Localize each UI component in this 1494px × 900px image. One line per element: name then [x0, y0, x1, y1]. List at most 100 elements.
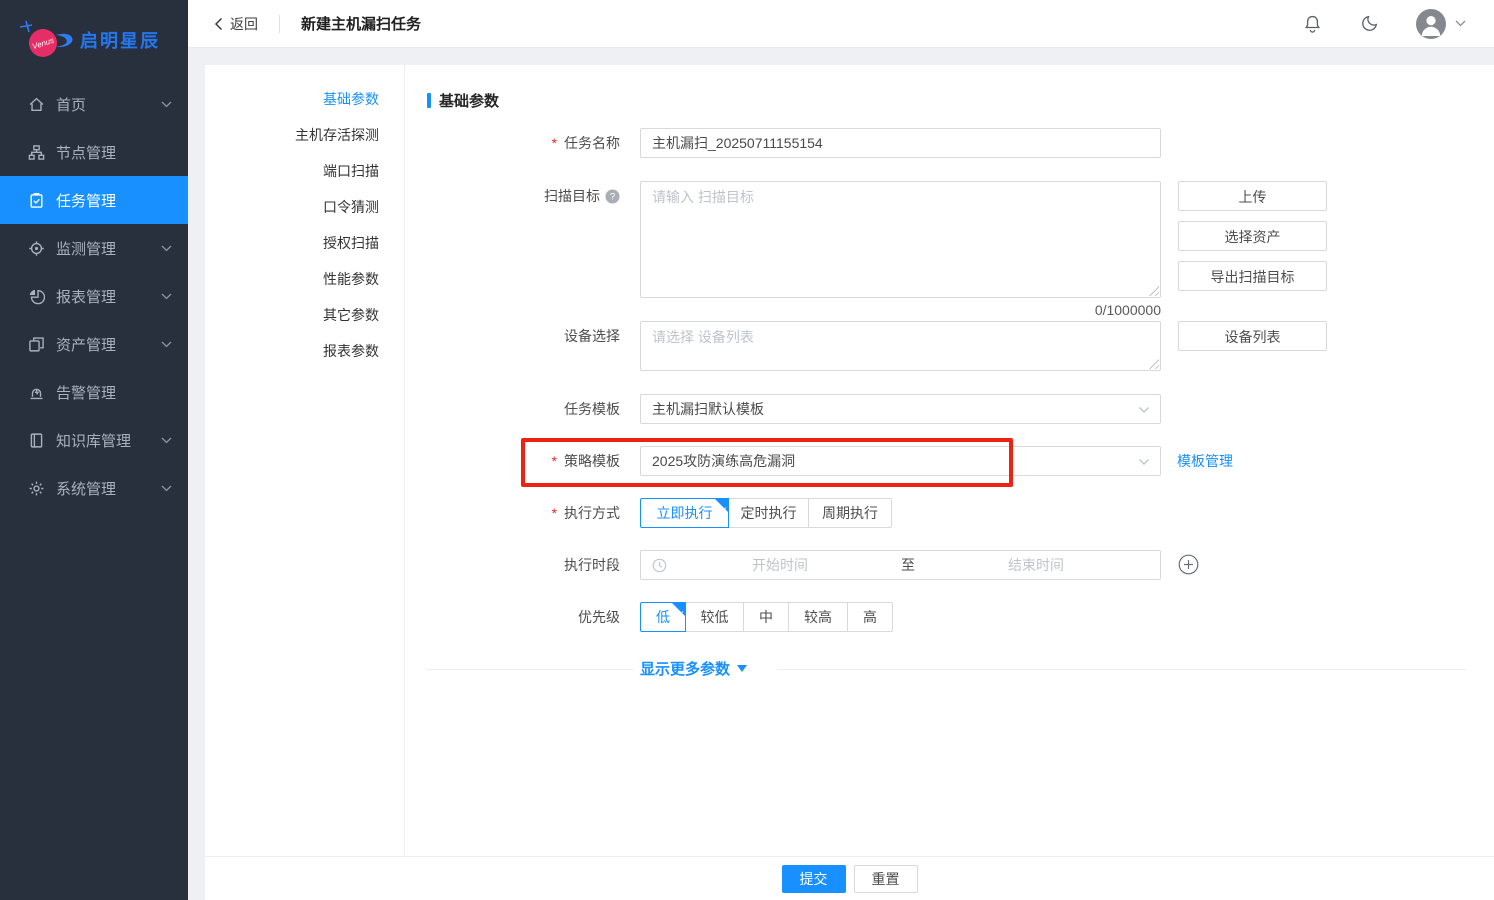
- brand-logo: Venus 启明星辰: [16, 14, 160, 66]
- submit-button[interactable]: 提交: [782, 865, 846, 893]
- scan-target-textarea-wrap: [640, 181, 1161, 298]
- show-more-params-link[interactable]: 显示更多参数: [640, 658, 747, 679]
- anchor-item-basic-params[interactable]: 基础参数: [205, 81, 404, 117]
- sidebar-item-home[interactable]: 首页: [0, 80, 188, 128]
- anchor-item-host-alive[interactable]: 主机存活探测: [205, 117, 404, 153]
- topbar-actions: [1302, 9, 1494, 39]
- moon-icon[interactable]: [1359, 13, 1380, 34]
- chevron-left-icon: [214, 17, 223, 31]
- policy-template-select[interactable]: 2025攻防演练高危漏洞: [640, 446, 1161, 476]
- scan-target-textarea[interactable]: [640, 181, 1161, 298]
- sidebar-item-nodes[interactable]: 节点管理: [0, 128, 188, 176]
- exec-mode-option-scheduled[interactable]: 定时执行: [728, 498, 809, 528]
- chevron-down-icon: [1138, 406, 1150, 414]
- sidebar-item-label: 系统管理: [56, 478, 116, 499]
- sidebar-item-knowledge[interactable]: 知识库管理: [0, 416, 188, 464]
- exec-period-label: 执行时段: [405, 550, 620, 580]
- sidebar-item-assets[interactable]: 资产管理: [0, 320, 188, 368]
- caret-down-icon: [737, 665, 747, 672]
- page-title: 新建主机漏扫任务: [301, 13, 421, 34]
- device-list-button[interactable]: 设备列表: [1178, 321, 1327, 351]
- form-area: 基础参数 任务名称 扫描目标 ? 0/1000000 上传 选择资产 导出扫描目…: [405, 65, 1494, 856]
- range-separator: 至: [893, 555, 923, 575]
- user-menu[interactable]: [1416, 9, 1466, 39]
- sidebar-menu: 首页 节点管理 任务管理 监测管理: [0, 80, 188, 512]
- check-icon: ✓: [677, 602, 685, 628]
- sidebar-item-monitor[interactable]: 监测管理: [0, 224, 188, 272]
- device-select-textarea[interactable]: [640, 321, 1161, 371]
- sidebar-item-label: 监测管理: [56, 238, 116, 259]
- anchor-item-other-params[interactable]: 其它参数: [205, 297, 404, 333]
- chevron-down-icon: [161, 101, 172, 108]
- priority-option-medium[interactable]: 中: [743, 602, 789, 632]
- section-header-bar: [427, 93, 431, 108]
- priority-group: 低 ✓ 较低 中 较高 高: [640, 602, 893, 632]
- upload-button[interactable]: 上传: [1178, 181, 1327, 211]
- svg-text:?: ?: [610, 191, 615, 202]
- task-name-input[interactable]: [640, 128, 1161, 158]
- sidebar-item-label: 首页: [56, 94, 86, 115]
- chevron-down-icon: [161, 485, 172, 492]
- sidebar-item-tasks[interactable]: 任务管理: [0, 176, 188, 224]
- priority-option-lower[interactable]: 较低: [685, 602, 744, 632]
- back-label: 返回: [230, 14, 258, 34]
- sidebar-item-alerts[interactable]: 告警管理: [0, 368, 188, 416]
- chevron-down-icon: [161, 245, 172, 252]
- scan-target-label: 扫描目标 ?: [405, 181, 620, 211]
- section-header: 基础参数: [427, 90, 499, 111]
- sidebar: Venus 启明星辰 首页 节点管理 任务: [0, 0, 188, 900]
- device-select-label: 设备选择: [405, 321, 620, 351]
- select-assets-button[interactable]: 选择资产: [1178, 221, 1327, 251]
- nodes-icon: [28, 144, 45, 161]
- chevron-down-icon: [161, 293, 172, 300]
- bell-icon[interactable]: [1302, 13, 1323, 35]
- add-period-button[interactable]: [1178, 554, 1199, 575]
- required-marker: [552, 128, 559, 158]
- sidebar-item-label: 知识库管理: [56, 430, 131, 451]
- check-icon: ✓: [720, 498, 728, 524]
- reset-button[interactable]: 重置: [854, 865, 918, 893]
- main-panel: 基础参数 主机存活探测 端口扫描 口令猜测 授权扫描 性能参数 其它参数 报表参…: [205, 65, 1494, 900]
- end-time-placeholder: 结束时间: [923, 555, 1149, 575]
- sidebar-item-label: 资产管理: [56, 334, 116, 355]
- anchor-item-report-params[interactable]: 报表参数: [205, 333, 404, 369]
- priority-option-low[interactable]: 低 ✓: [640, 602, 686, 632]
- clock-icon: [652, 558, 667, 573]
- task-template-select[interactable]: 主机漏扫默认模板: [640, 394, 1161, 424]
- sidebar-item-reports[interactable]: 报表管理: [0, 272, 188, 320]
- start-time-placeholder: 开始时间: [667, 555, 893, 575]
- anchor-item-port-scan[interactable]: 端口扫描: [205, 153, 404, 189]
- home-icon: [28, 96, 45, 113]
- chevron-down-icon: [161, 341, 172, 348]
- exec-period-range-input[interactable]: 开始时间 至 结束时间: [640, 550, 1161, 580]
- sidebar-item-label: 节点管理: [56, 142, 116, 163]
- help-icon[interactable]: ?: [605, 189, 620, 204]
- char-counter: 0/1000000: [640, 302, 1161, 318]
- exec-mode-option-periodic[interactable]: 周期执行: [808, 498, 892, 528]
- priority-option-higher[interactable]: 较高: [788, 602, 848, 632]
- anchor-item-performance[interactable]: 性能参数: [205, 261, 404, 297]
- section-anchor-nav: 基础参数 主机存活探测 端口扫描 口令猜测 授权扫描 性能参数 其它参数 报表参…: [205, 65, 405, 856]
- task-template-label: 任务模板: [405, 394, 620, 424]
- system-icon: [28, 480, 45, 497]
- export-targets-button[interactable]: 导出扫描目标: [1178, 261, 1327, 291]
- template-manage-link[interactable]: 模板管理: [1177, 446, 1233, 476]
- alert-icon: [28, 384, 45, 401]
- divider: [279, 15, 280, 33]
- monitor-icon: [28, 240, 45, 257]
- task-name-label: 任务名称: [405, 128, 620, 158]
- policy-template-value: 2025攻防演练高危漏洞: [652, 451, 795, 471]
- exec-mode-option-immediate[interactable]: 立即执行 ✓: [640, 498, 729, 528]
- topbar: 返回 新建主机漏扫任务: [188, 0, 1494, 48]
- required-marker: [552, 446, 559, 476]
- back-button[interactable]: 返回: [214, 14, 258, 34]
- exec-mode-label: 执行方式: [405, 498, 620, 528]
- priority-option-high[interactable]: 高: [847, 602, 893, 632]
- chevron-down-icon: [1138, 458, 1150, 466]
- anchor-item-auth-scan[interactable]: 授权扫描: [205, 225, 404, 261]
- required-marker: [552, 498, 559, 528]
- sidebar-item-system[interactable]: 系统管理: [0, 464, 188, 512]
- anchor-item-password-guess[interactable]: 口令猜测: [205, 189, 404, 225]
- brand-logo-icon: Venus: [16, 14, 78, 66]
- plus-circle-icon: [1178, 554, 1199, 575]
